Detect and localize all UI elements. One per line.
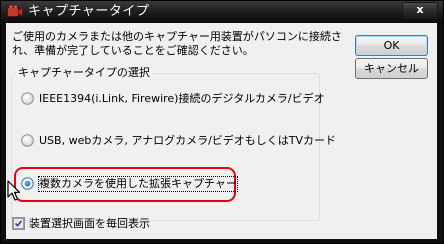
title-bar[interactable]: キャプチャータイプ x	[1, 1, 443, 23]
mouse-pointer-icon	[7, 180, 21, 201]
radio-selected-icon[interactable]	[21, 177, 34, 190]
radio-unselected-icon[interactable]	[21, 134, 34, 147]
capture-type-group-label: キャプチャータイプの選択	[16, 66, 152, 80]
show-device-selection-label: 装置選択画面を毎回表示	[29, 217, 150, 230]
instruction-text: ご使用のカメラまたは他のキャプチャー用装置がパソコンに接続され、準備が完了してい…	[12, 30, 342, 57]
radio-option-label: 複数カメラを使用した拡張キャプチャー	[38, 176, 238, 192]
window-title: キャプチャータイプ	[28, 4, 150, 19]
ok-button[interactable]: OK	[355, 35, 428, 56]
close-button[interactable]: x	[402, 2, 438, 19]
radio-option-label: IEEE1394(i.Link, Firewire)接続のデジタルカメラ/ビデオ	[39, 92, 325, 105]
dialog-client-area: ご使用のカメラまたは他のキャプチャー用装置がパソコンに接続され、準備が完了してい…	[6, 23, 437, 239]
checkbox-checked-icon[interactable]	[12, 217, 25, 230]
camera-app-icon	[7, 5, 23, 17]
radio-unselected-icon[interactable]	[21, 92, 34, 105]
dialog-window: キャプチャータイプ x ご使用のカメラまたは他のキャプチャー用装置がパソコンに接…	[0, 0, 444, 244]
close-icon: x	[416, 3, 424, 16]
radio-option-label: USB, webカメラ, アナログカメラ/ビデオもしくはTVカード	[39, 134, 337, 147]
cancel-button[interactable]: キャンセル	[355, 58, 428, 79]
